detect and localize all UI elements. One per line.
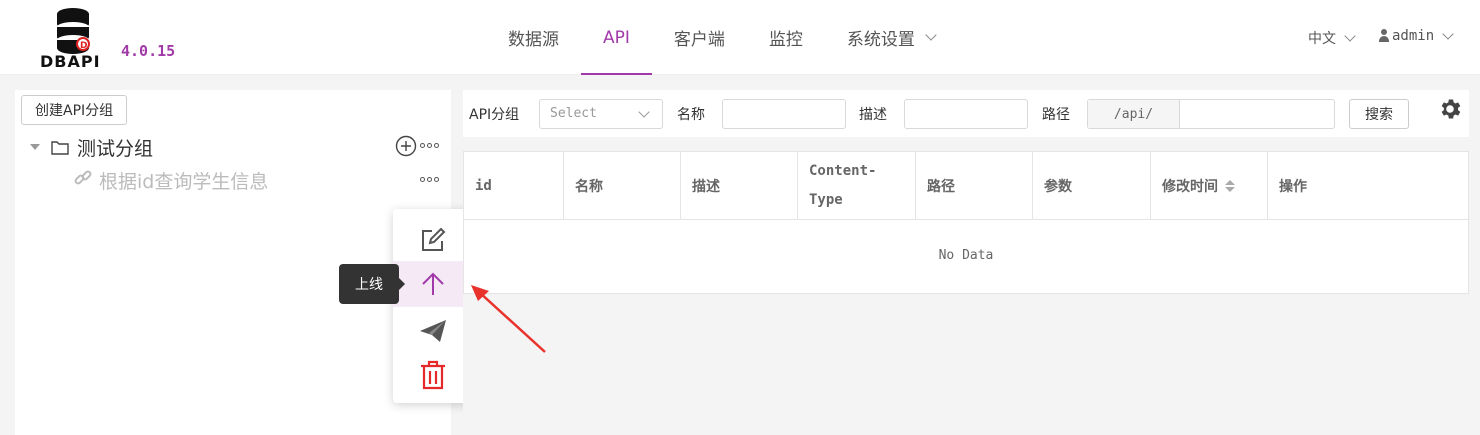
group-label: 测试分组 — [77, 137, 154, 160]
delete-action[interactable] — [393, 352, 473, 398]
gear-icon[interactable] — [1437, 96, 1463, 122]
username-label: admin — [1392, 28, 1435, 44]
app-root: D DBAPI 4.0.15 数据源 API 客户端 监控 系统设置 中文 ad… — [0, 0, 1480, 435]
desc-input[interactable] — [904, 99, 1028, 129]
publish-online-action[interactable] — [393, 261, 473, 307]
version-label: 4.0.15 — [121, 42, 176, 60]
group-select[interactable]: Select — [539, 99, 663, 129]
desc-filter-label: 描述 — [859, 107, 887, 123]
user-icon — [1378, 29, 1390, 43]
column-header: 参数 — [1033, 152, 1151, 220]
send-action[interactable] — [393, 308, 473, 354]
path-prefix: /api/ — [1088, 100, 1180, 128]
column-header-content-type: Content-Type — [798, 152, 916, 220]
api-tree-panel: 创建API分组 测试分组 根据id查询学生信息 — [15, 90, 451, 435]
nav-label: 数据源 — [508, 30, 559, 50]
top-header: D DBAPI 4.0.15 数据源 API 客户端 监控 系统设置 中文 ad… — [0, 0, 1480, 75]
search-button[interactable]: 搜索 — [1349, 99, 1409, 129]
nav-api[interactable]: API — [581, 0, 652, 75]
sort-icon[interactable] — [1225, 180, 1235, 192]
edit-icon — [422, 227, 446, 251]
logo-text: DBAPI — [40, 52, 101, 71]
empty-state: No Data — [938, 248, 994, 263]
column-header: 描述 — [681, 152, 798, 220]
nav-label: 系统设置 — [846, 30, 915, 50]
chevron-down-icon — [925, 29, 937, 41]
group-select-placeholder: Select — [550, 106, 597, 121]
chevron-down-icon — [1344, 29, 1356, 42]
user-menu[interactable]: admin — [1378, 27, 1454, 44]
api-action-popover — [393, 209, 473, 403]
tree-node-api[interactable]: 根据id查询学生信息 — [73, 165, 268, 195]
nav-datasource[interactable]: 数据源 — [486, 0, 581, 75]
nav-label: API — [603, 27, 630, 48]
nav-client[interactable]: 客户端 — [652, 0, 747, 75]
api-label: 根据id查询学生信息 — [99, 170, 269, 193]
tree-node-group[interactable]: 测试分组 — [15, 132, 153, 162]
column-header-text: Content-Type — [809, 163, 877, 208]
nav-monitor[interactable]: 监控 — [747, 0, 825, 75]
nav-label: 客户端 — [673, 30, 725, 50]
language-label: 中文 — [1308, 31, 1336, 47]
column-header: id — [464, 152, 564, 220]
column-header: 操作 — [1279, 179, 1307, 195]
chevron-down-icon — [1442, 27, 1454, 40]
group-more-icon[interactable] — [420, 143, 439, 148]
paper-plane-icon — [420, 320, 446, 342]
arrow-up-icon — [422, 272, 444, 295]
group-filter-label: API分组 — [469, 107, 520, 123]
add-api-circle-icon[interactable] — [395, 135, 417, 157]
path-filter-label: 路径 — [1042, 107, 1070, 123]
folder-icon — [51, 140, 69, 155]
filter-bar: API分组 Select 名称 描述 路径 /api/ 搜索 — [463, 90, 1469, 137]
caret-down-icon[interactable] — [30, 144, 40, 150]
language-switcher[interactable]: 中文 — [1308, 28, 1356, 48]
table-header: id 名称 描述 Content-Type 路径 参数 修改时间 操作 — [464, 152, 1468, 220]
svg-text:D: D — [80, 41, 87, 51]
name-input[interactable] — [722, 99, 846, 129]
nav-system-settings[interactable]: 系统设置 — [825, 0, 957, 75]
column-header: 路径 — [916, 152, 1033, 220]
name-filter-label: 名称 — [677, 107, 705, 123]
main-nav: 数据源 API 客户端 监控 系统设置 — [486, 0, 957, 75]
annotation-arrow-icon — [471, 285, 546, 353]
api-more-icon[interactable] — [420, 177, 439, 182]
chevron-down-icon — [638, 106, 650, 118]
api-table: id 名称 描述 Content-Type 路径 参数 修改时间 操作 No D… — [463, 151, 1469, 294]
column-header-text: 修改时间 — [1162, 179, 1218, 195]
trash-icon — [421, 360, 445, 390]
column-header-modified-time[interactable]: 修改时间 — [1151, 152, 1268, 220]
edit-action[interactable] — [393, 217, 473, 263]
link-icon — [73, 168, 93, 192]
column-header: 名称 — [564, 152, 681, 220]
online-tooltip: 上线 — [339, 264, 405, 304]
create-api-group-button[interactable]: 创建API分组 — [21, 95, 128, 125]
nav-label: 监控 — [768, 30, 803, 50]
path-input[interactable]: /api/ — [1087, 99, 1335, 129]
api-list-panel: API分组 Select 名称 描述 路径 /api/ 搜索 id 名称 描述 — [463, 90, 1469, 435]
